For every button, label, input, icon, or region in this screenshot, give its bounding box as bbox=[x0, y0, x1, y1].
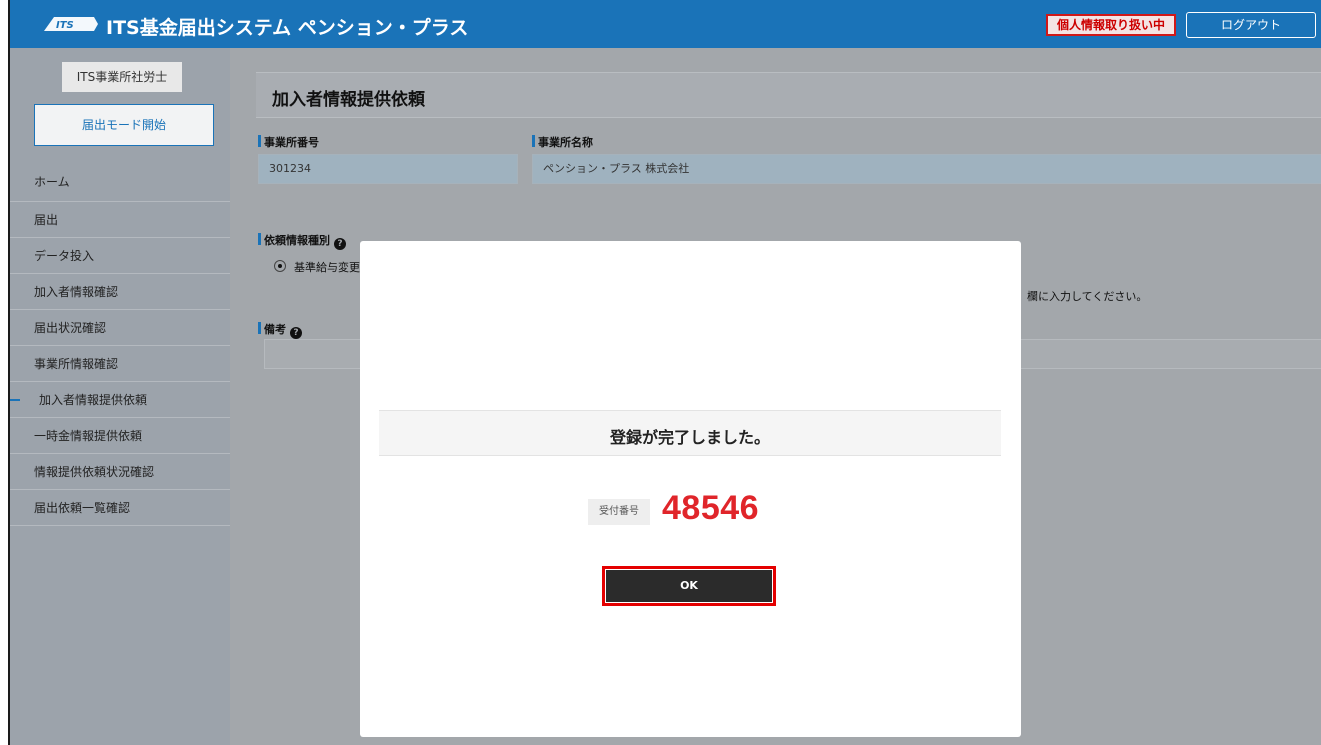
office-name-label: ITS事業所社労士 bbox=[62, 62, 182, 92]
help-icon[interactable]: ? bbox=[290, 327, 302, 339]
request-type-label: 依頼情報種別? bbox=[258, 232, 346, 250]
sidebar-item-filing[interactable]: 届出 bbox=[10, 202, 230, 238]
start-filing-mode-button[interactable]: 届出モード開始 bbox=[34, 104, 214, 146]
note-label: 備考? bbox=[258, 321, 302, 339]
completion-dialog: 登録が完了しました。 受付番号 48546 OK bbox=[360, 241, 1021, 737]
input-hint-text: 欄に入力してください。 bbox=[1027, 290, 1148, 303]
sidebar-item-office-info[interactable]: 事業所情報確認 bbox=[10, 346, 230, 382]
office-number-field: 301234 bbox=[258, 154, 518, 184]
its-logo-icon: ITS bbox=[44, 17, 98, 31]
sidebar-item-data-import[interactable]: データ投入 bbox=[10, 238, 230, 274]
dialog-message: 登録が完了しました。 bbox=[609, 428, 770, 447]
sidebar-item-home[interactable]: ホーム bbox=[10, 160, 230, 202]
svg-text:ITS: ITS bbox=[56, 20, 74, 31]
dialog-message-bar: 登録が完了しました。 bbox=[379, 410, 1001, 456]
office-name-field-label: 事業所名称 bbox=[532, 134, 593, 150]
page-title-bar: 加入者情報提供依頼 bbox=[256, 72, 1321, 118]
sidebar: ITS事業所社労士 届出モード開始 ホーム 届出 データ投入 加入者情報確認 届… bbox=[10, 48, 230, 745]
sidebar-item-member-info-request[interactable]: 加入者情報提供依頼 bbox=[10, 382, 230, 418]
sidebar-item-request-list[interactable]: 届出依頼一覧確認 bbox=[10, 490, 230, 526]
app-title: ITS基金届出システム ペンション・プラス bbox=[106, 17, 469, 39]
privacy-status-badge: 個人情報取り扱い中 bbox=[1046, 14, 1177, 36]
sidebar-item-lump-sum-request[interactable]: 一時金情報提供依頼 bbox=[10, 418, 230, 454]
office-name-field: ペンション・プラス 株式会社 bbox=[532, 154, 1321, 184]
sidebar-item-member-info-check[interactable]: 加入者情報確認 bbox=[10, 274, 230, 310]
logout-button[interactable]: ログアウト bbox=[1186, 12, 1316, 38]
receipt-number-label: 受付番号 bbox=[588, 499, 650, 525]
help-icon[interactable]: ? bbox=[334, 238, 346, 250]
sidebar-item-filing-status[interactable]: 届出状況確認 bbox=[10, 310, 230, 346]
receipt-number: 48546 bbox=[662, 489, 760, 527]
sidebar-item-request-status[interactable]: 情報提供依頼状況確認 bbox=[10, 454, 230, 490]
page-title: 加入者情報提供依頼 bbox=[272, 90, 425, 110]
request-type-radio-label: 基準給与変更 bbox=[294, 261, 360, 274]
office-number-label: 事業所番号 bbox=[258, 134, 319, 150]
request-type-radio[interactable] bbox=[274, 260, 286, 272]
sidebar-nav: ホーム 届出 データ投入 加入者情報確認 届出状況確認 事業所情報確認 加入者情… bbox=[10, 160, 230, 526]
app-header: ITS ITS基金届出システム ペンション・プラス 個人情報取り扱い中 ログアウ… bbox=[10, 0, 1321, 48]
app-window: ITS ITS基金届出システム ペンション・プラス 個人情報取り扱い中 ログアウ… bbox=[8, 0, 1321, 745]
ok-button[interactable]: OK bbox=[606, 570, 772, 602]
